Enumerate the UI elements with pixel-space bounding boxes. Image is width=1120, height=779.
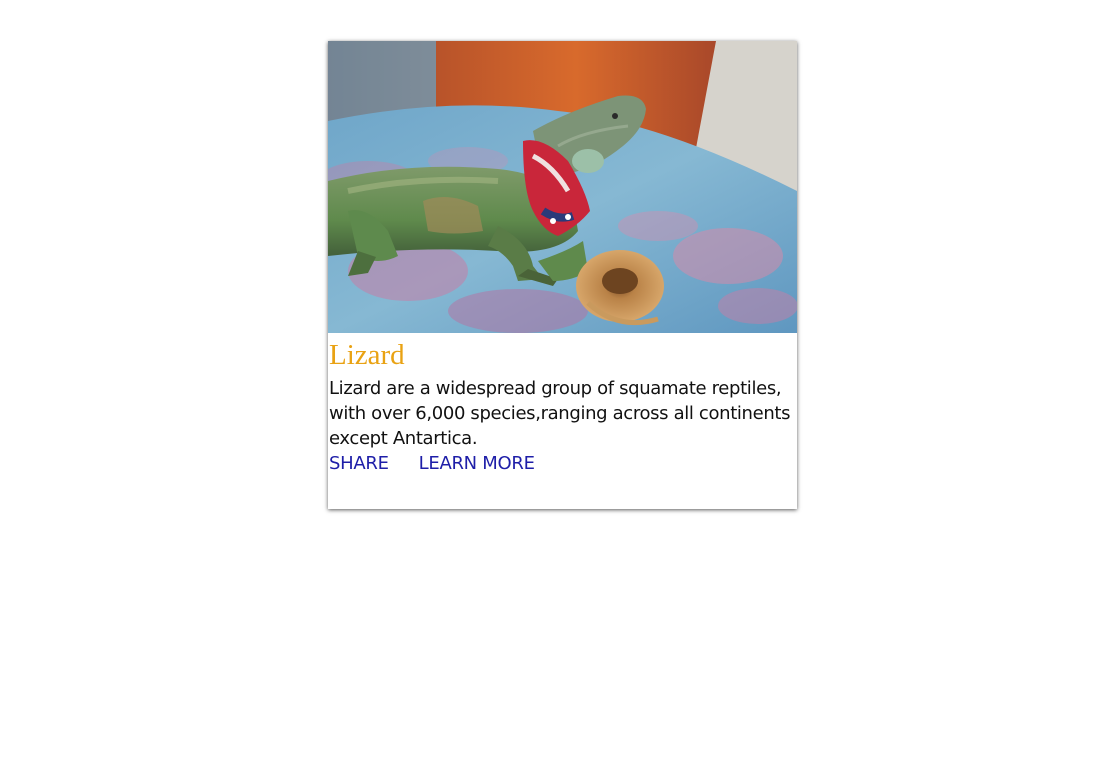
card-description: Lizard are a widespread group of squamat… [329, 378, 791, 449]
card-actions: SHARE LEARN MORE [329, 451, 797, 476]
lizard-card: Lizard Lizard are a widespread group of … [328, 41, 797, 509]
card-content: Lizard Lizard are a widespread group of … [328, 333, 797, 476]
lizard-image [328, 41, 797, 333]
card-title: Lizard [329, 339, 405, 371]
share-button[interactable]: SHARE [329, 451, 389, 476]
learn-more-button[interactable]: LEARN MORE [419, 451, 535, 476]
